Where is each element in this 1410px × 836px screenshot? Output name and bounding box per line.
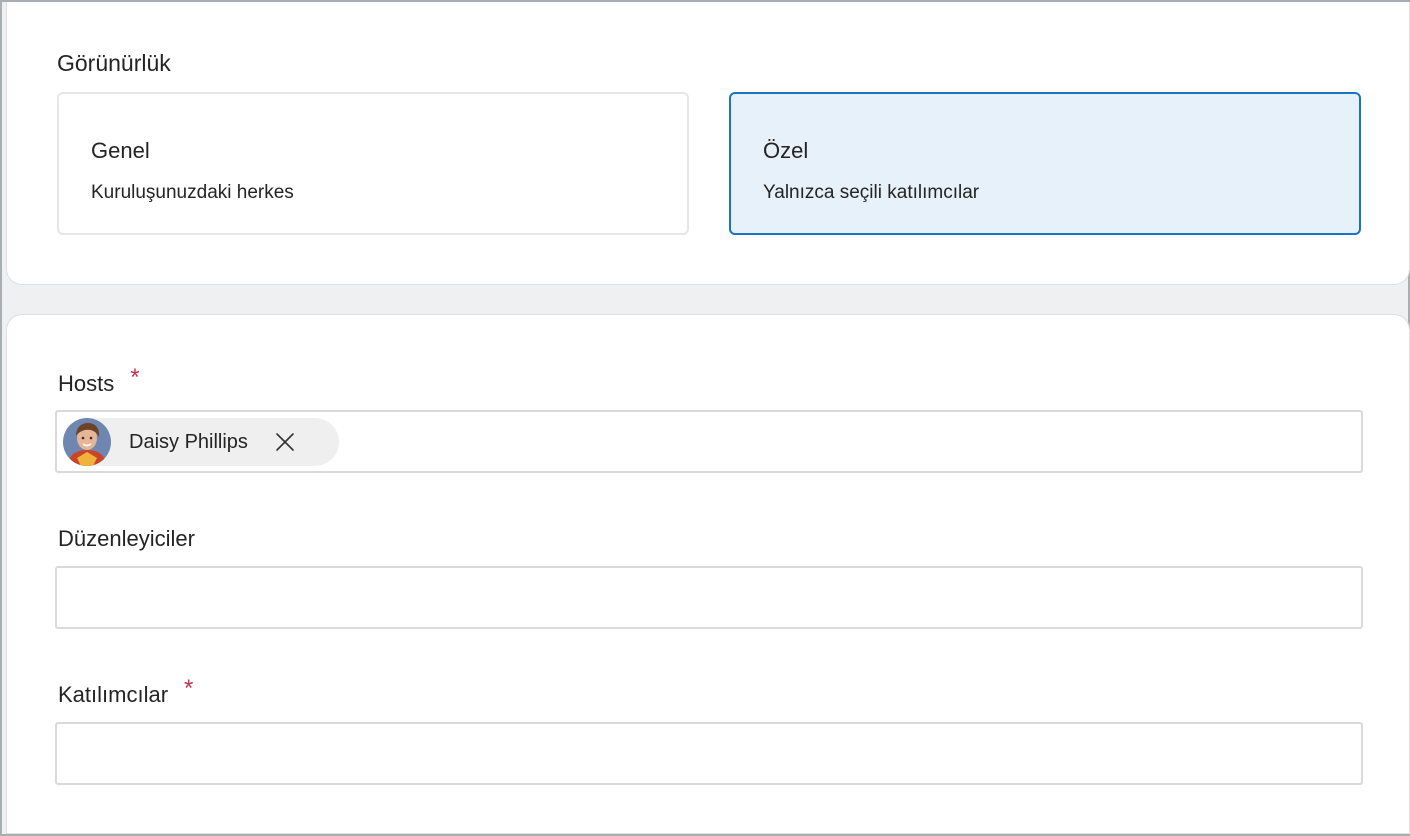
visibility-title: Görünürlük — [57, 50, 171, 76]
hosts-label-text: Hosts — [58, 371, 115, 396]
participants-label-text: Katılımcılar — [58, 682, 169, 707]
window-frame: Görünürlük Genel Kuruluşunuzdaki herkes … — [0, 0, 1410, 836]
close-icon[interactable] — [274, 431, 296, 453]
option-description: Yalnızca seçili katılımcılar — [763, 182, 980, 203]
organizers-label: Düzenleyiciler — [58, 525, 195, 553]
visibility-option-private[interactable]: Özel Yalnızca seçili katılımcılar — [729, 92, 1361, 235]
people-card: Hosts * Daisy Phillips Düzenleyiciler Ka… — [6, 314, 1410, 834]
option-description: Kuruluşunuzdaki herkes — [91, 182, 294, 203]
hosts-label: Hosts * — [58, 364, 140, 398]
organizers-input[interactable] — [55, 566, 1363, 629]
required-mark: * — [184, 675, 194, 702]
participants-label: Katılımcılar * — [58, 675, 193, 709]
person-avatar — [63, 418, 111, 466]
option-title: Özel — [763, 138, 809, 163]
organizers-label-text: Düzenleyiciler — [58, 526, 195, 551]
visibility-option-public[interactable]: Genel Kuruluşunuzdaki herkes — [57, 92, 689, 235]
host-name: Daisy Phillips — [129, 431, 248, 453]
visibility-card: Görünürlük Genel Kuruluşunuzdaki herkes … — [6, 2, 1410, 285]
required-mark: * — [130, 364, 140, 391]
option-title: Genel — [91, 138, 150, 163]
hosts-input[interactable]: Daisy Phillips — [55, 410, 1363, 473]
host-chip[interactable]: Daisy Phillips — [63, 418, 339, 466]
participants-input[interactable] — [55, 722, 1363, 785]
